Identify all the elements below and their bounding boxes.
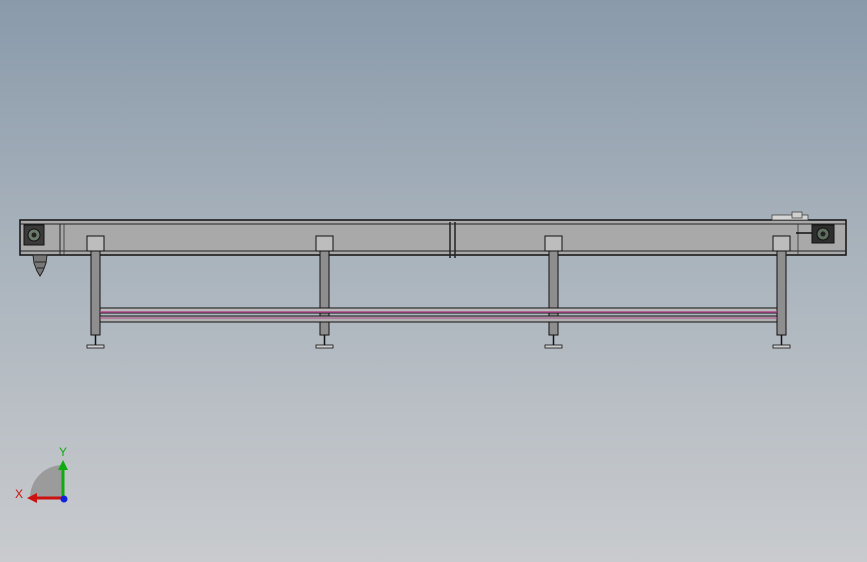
cad-viewport[interactable]: Y X	[0, 0, 867, 562]
lower-rails	[99, 307, 778, 323]
axis-triad: Y X	[15, 445, 68, 503]
conveyor-model[interactable]: Y X	[0, 0, 867, 562]
x-axis-label: X	[15, 487, 23, 501]
y-axis-arrow-icon	[58, 460, 68, 470]
z-axis-dot-icon	[60, 495, 68, 503]
conveyor-beam	[19, 219, 847, 258]
y-axis-label: Y	[59, 445, 67, 459]
